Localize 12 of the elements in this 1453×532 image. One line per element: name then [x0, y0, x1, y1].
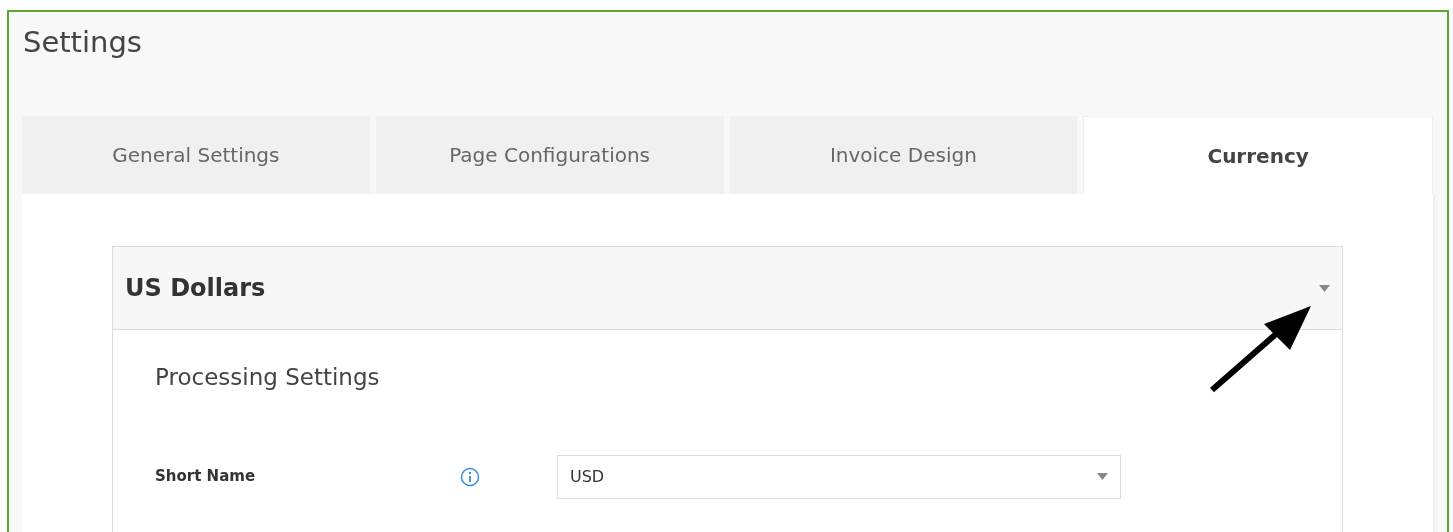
select-field[interactable]: USD — [557, 454, 1121, 499]
page-title: Settings — [23, 28, 142, 57]
info-icon[interactable] — [460, 466, 480, 487]
tab[interactable]: Page Configurations — [375, 116, 724, 194]
accordion-title: US Dollars — [125, 273, 266, 304]
tab[interactable]: Currency — [1083, 116, 1433, 194]
caret-icon — [1097, 473, 1108, 480]
field-label: Short Name — [155, 466, 257, 488]
accordion-header[interactable]: US Dollars — [112, 246, 1343, 330]
tab[interactable]: General Settings — [22, 116, 370, 194]
tab[interactable]: Invoice Design — [729, 116, 1078, 194]
section-title: Processing Settings — [155, 363, 380, 392]
